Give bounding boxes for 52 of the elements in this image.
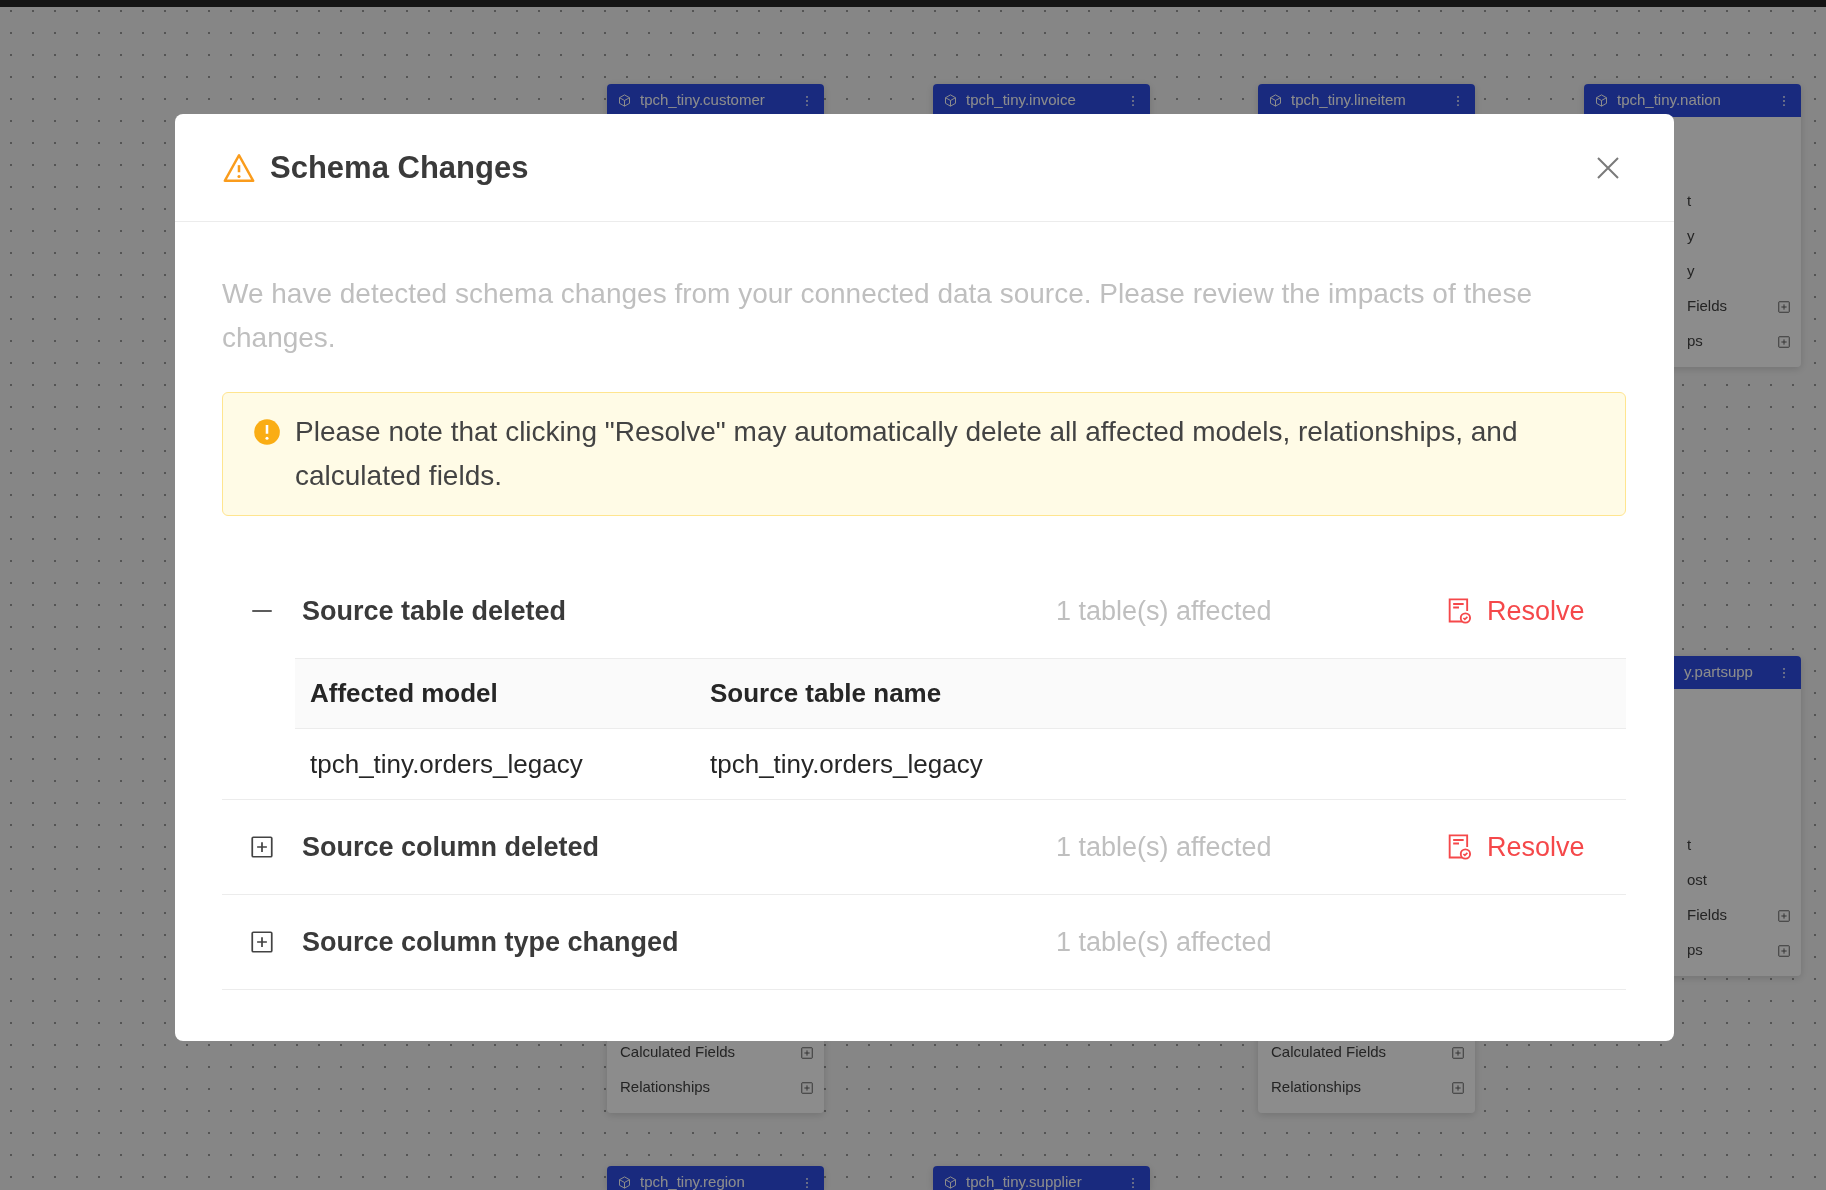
resolve-button[interactable]: Resolve <box>1445 826 1626 868</box>
affected-count: 1 table(s) affected <box>1056 925 1273 959</box>
resolve-button[interactable]: Resolve <box>1445 590 1626 632</box>
add-icon[interactable] <box>1777 334 1791 349</box>
cube-icon <box>1268 93 1283 108</box>
cube-icon <box>1594 93 1609 108</box>
add-icon[interactable] <box>800 1080 814 1095</box>
affected-count: 1 table(s) affected <box>1056 594 1273 628</box>
field-label: ost <box>1687 870 1707 891</box>
field-label: ps <box>1687 331 1703 352</box>
exclamation-icon <box>253 418 281 446</box>
cube-icon <box>943 1175 958 1190</box>
field-label: Calculated Fields <box>620 1042 736 1063</box>
cube-icon <box>617 1175 632 1190</box>
field-label: t <box>1687 835 1692 856</box>
add-icon[interactable] <box>1777 299 1791 314</box>
model-title: tpch_tiny.region <box>640 1172 746 1190</box>
field-label: t <box>1687 191 1692 212</box>
model-title: y.partsupp <box>1684 662 1754 683</box>
column-header: Affected model <box>309 677 499 710</box>
alert-text: Please note that clicking "Resolve" may automatically delete all affected models, relationships, and calculated fields. <box>295 415 1519 493</box>
cube-icon <box>617 93 632 108</box>
model-title: tpch_tiny.customer <box>640 90 766 111</box>
table-cell-text: tpch_tiny.orders_legacy <box>309 747 584 781</box>
affected-count: 1 table(s) affected <box>1056 830 1273 864</box>
add-icon[interactable] <box>1777 943 1791 958</box>
expand-icon[interactable] <box>249 834 275 860</box>
field-label: y <box>1687 261 1695 282</box>
cube-icon <box>943 93 958 108</box>
field-label: Relationships <box>1271 1077 1362 1098</box>
table-cell-text: tpch_tiny.orders_legacy <box>709 747 984 781</box>
add-icon[interactable] <box>1777 908 1791 923</box>
model-title: tpch_tiny.supplier <box>966 1172 1083 1190</box>
field-label: y <box>1687 226 1695 247</box>
modal-title: Schema Changes <box>270 148 529 187</box>
field-label: Fields <box>1687 296 1727 317</box>
column-header: Source table name <box>709 677 943 710</box>
add-icon[interactable] <box>1451 1045 1465 1060</box>
description-text: We have detected schema changes from your connected data source. Please review the impacts of these changes. <box>222 277 1533 355</box>
expand-icon[interactable] <box>249 929 275 955</box>
model-title: tpch_tiny.nation <box>1617 90 1722 111</box>
section-title: Source column deleted <box>302 830 601 864</box>
field-label: ps <box>1687 940 1703 961</box>
field-label: Fields <box>1687 905 1727 926</box>
section-title: Source table deleted <box>302 594 568 628</box>
add-icon[interactable] <box>800 1045 814 1060</box>
model-title: tpch_tiny.invoice <box>966 90 1077 111</box>
field-label: Relationships <box>620 1077 711 1098</box>
field-label: Calculated Fields <box>1271 1042 1387 1063</box>
section-title: Source column type changed <box>302 925 680 959</box>
add-icon[interactable] <box>1451 1080 1465 1095</box>
model-title: tpch_tiny.lineitem <box>1291 90 1407 111</box>
